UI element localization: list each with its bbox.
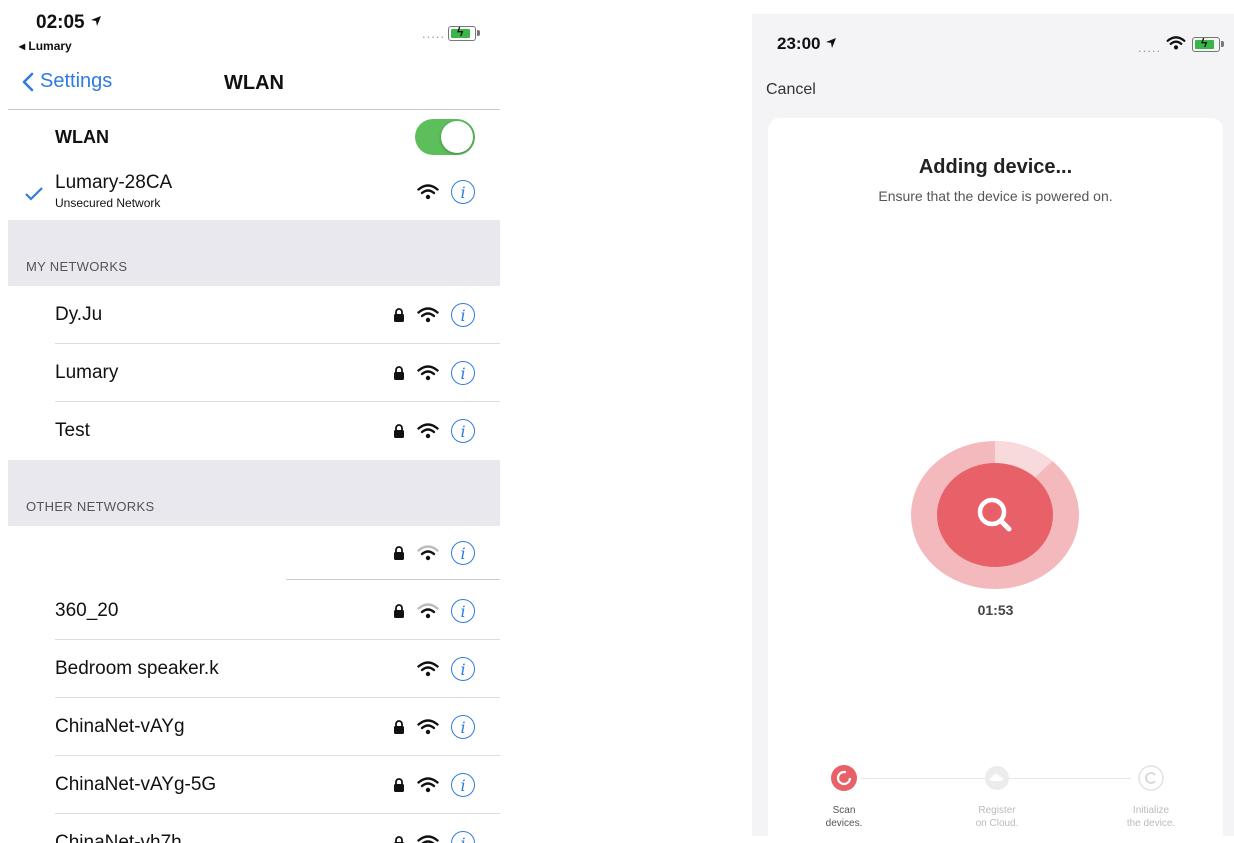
section-header-label: MY NETWORKS [26, 259, 128, 274]
wifi-icon [1166, 36, 1186, 50]
wifi-icon [417, 307, 439, 323]
cancel-button[interactable]: Cancel [766, 81, 816, 99]
network-row[interactable]: ChinaNet-vh7h i [8, 814, 500, 843]
network-row[interactable]: i [8, 526, 500, 580]
info-icon[interactable]: i [451, 541, 475, 565]
location-arrow-icon [826, 38, 837, 48]
step-label-initialize: Initialize the device. [1126, 805, 1176, 829]
network-row[interactable]: 360_20 i [8, 582, 500, 640]
connected-network-name: Lumary-28CA [55, 172, 173, 193]
info-icon[interactable]: i [451, 361, 475, 385]
info-icon[interactable]: i [451, 657, 475, 681]
info-icon[interactable]: i [451, 831, 475, 843]
network-row[interactable]: Lumary i [8, 344, 500, 402]
network-row[interactable]: Test i [8, 402, 500, 460]
info-icon[interactable]: i [451, 303, 475, 327]
info-icon[interactable]: i [451, 715, 475, 739]
lock-icon [393, 778, 405, 792]
info-icon[interactable]: i [451, 419, 475, 443]
lock-icon [393, 308, 405, 322]
signal-dots: ..... [1138, 40, 1162, 55]
back-to-app-link[interactable]: ◂ Lumary [19, 39, 72, 53]
lock-icon [393, 366, 405, 380]
network-name: ChinaNet-vAYg-5G [55, 774, 217, 795]
lock-icon [393, 836, 405, 843]
info-icon[interactable]: i [451, 599, 475, 623]
cloud-step-icon [985, 766, 1009, 790]
scan-step-icon [831, 765, 857, 791]
scan-inner-circle [937, 463, 1053, 567]
connected-network-row[interactable]: Lumary-28CA Unsecured Network i [8, 164, 500, 220]
adding-device-title: Adding device... [918, 156, 1073, 178]
step-label-scan: Scan devices. [825, 805, 863, 829]
progress-steps: Scan devices. Register on Cloud. Initializ… [768, 764, 1223, 836]
network-name: Bedroom speaker.k [55, 658, 219, 679]
network-name: Lumary [55, 362, 119, 383]
wifi-icon [417, 661, 439, 677]
wlan-settings-screen: 02:05 ◂ Lumary ..... ϟ Settings WLAN WLA… [8, 0, 500, 843]
network-name: ChinaNet-vh7h [55, 832, 182, 843]
toggle-knob [441, 121, 473, 153]
lock-icon [393, 604, 405, 618]
battery-charging-icon: ϟ [448, 25, 480, 41]
location-arrow-icon [90, 16, 101, 26]
wifi-icon [417, 777, 439, 793]
lock-icon [393, 424, 405, 438]
adding-device-subtitle: Ensure that the device is powered on. [878, 188, 1113, 204]
wifi-icon [417, 835, 439, 843]
wifi-icon [417, 365, 439, 381]
wlan-label: WLAN [55, 127, 109, 147]
status-time: 02:05 [36, 12, 102, 34]
status-time: 23:00 [777, 34, 837, 54]
network-name: ChinaNet-vAYg [55, 716, 185, 737]
adding-device-card: Adding device... Ensure that the device … [768, 118, 1223, 836]
wifi-icon [417, 184, 439, 200]
other-networks-section-header: OTHER NETWORKS [8, 460, 500, 526]
network-row[interactable]: ChinaNet-vAYg-5G i [8, 756, 500, 814]
connected-network-subtitle: Unsecured Network [55, 196, 161, 210]
wifi-weak-icon [417, 603, 439, 619]
wifi-icon [417, 719, 439, 735]
lock-icon [393, 720, 405, 734]
network-name: 360_20 [55, 600, 119, 621]
my-networks-section-header: MY NETWORKS [8, 220, 500, 286]
network-row[interactable]: Dy.Ju i [8, 286, 500, 344]
wifi-icon [417, 423, 439, 439]
adding-device-screen: 23:00 ..... ϟ Cancel Adding device... En… [752, 14, 1234, 836]
battery-charging-icon: ϟ [1192, 36, 1224, 52]
lock-icon [393, 546, 405, 560]
signal-dots: ..... [422, 26, 446, 41]
checkmark-icon [25, 187, 43, 201]
section-header-label: OTHER NETWORKS [26, 499, 155, 514]
row-divider [286, 579, 500, 580]
initialize-step-icon [1138, 765, 1164, 791]
info-icon[interactable]: i [451, 180, 475, 204]
scan-progress-indicator [911, 441, 1079, 589]
network-row[interactable]: Bedroom speaker.k i [8, 640, 500, 698]
network-row[interactable]: ChinaNet-vAYg i [8, 698, 500, 756]
info-icon[interactable]: i [451, 773, 475, 797]
wlan-toggle-switch[interactable] [415, 119, 475, 155]
countdown-timer: 01:53 [977, 602, 1014, 618]
network-name: Dy.Ju [55, 304, 103, 325]
network-name: Test [55, 420, 90, 441]
page-title: WLAN [224, 72, 284, 94]
wifi-weak-icon [417, 545, 439, 561]
step-label-register: Register on Cloud. [975, 805, 1019, 829]
